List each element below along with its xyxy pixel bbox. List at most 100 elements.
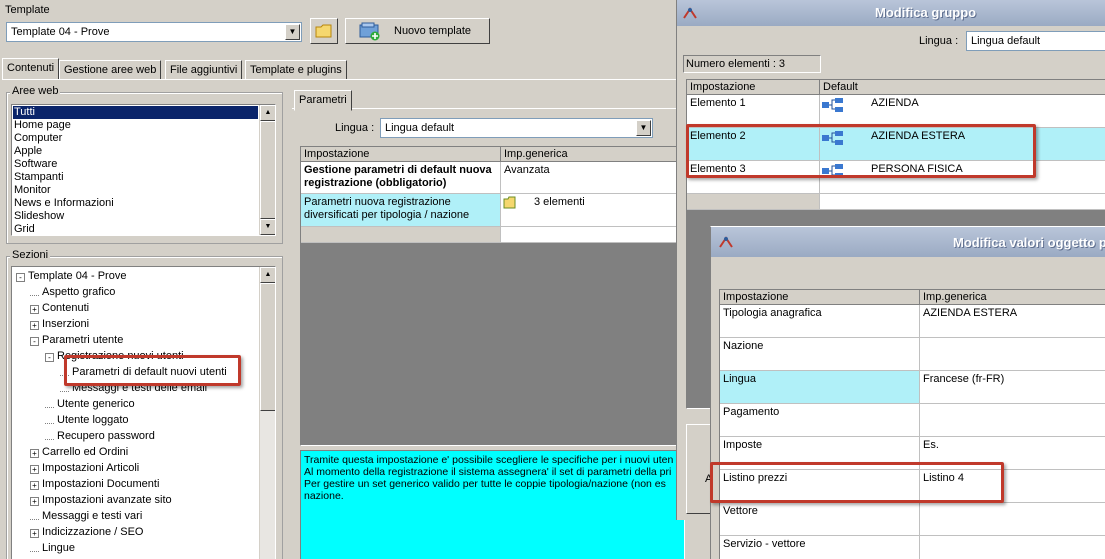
tree-item-label: Utente loggato [57,414,129,426]
tree-item-label: Lingue [42,542,76,554]
tab-template-e-plugins[interactable]: Template e plugins [245,60,347,80]
tree-item[interactable]: + Impostazioni Articoli [30,461,139,475]
chevron-down-icon: ▼ [285,24,300,40]
tree-item[interactable]: Recupero password [45,429,155,443]
tree-line-icon [45,434,54,440]
parametri-grid[interactable]: Impostazione Imp.generica Gestione param… [300,146,680,446]
new-template-button[interactable]: Nuovo template [345,18,490,44]
tab-parametri[interactable]: Parametri [294,90,352,111]
gruppo-lingua-select[interactable]: Lingua default [966,31,1105,51]
scroll-thumb[interactable] [260,283,275,411]
tree-item[interactable]: + Contenuti [30,301,89,315]
gruppo-count-box: Numero elementi : 3 [683,55,821,73]
tree-item-label: Template 04 - Prove [28,270,127,282]
tab-gestione-aree-web[interactable]: Gestione aree web [59,60,162,80]
hierarchy-icon [822,98,843,112]
table-row-empty [501,227,679,243]
template-select-value: Template 04 - Prove [11,26,110,38]
sezioni-tree[interactable]: - Template 04 - Prove Aspetto grafico + Cont… [11,266,276,559]
aree-scrollbar[interactable]: ▲ ▼ [259,105,275,235]
expand-icon[interactable]: + [30,465,39,474]
scroll-thumb[interactable] [260,121,275,219]
parametri-lingua-select[interactable]: Lingua default ▼ [380,118,653,138]
grid-header-imp-generica: Imp.generica [501,147,679,162]
table-row-value[interactable] [920,404,1105,437]
collapse-icon[interactable]: - [45,353,54,362]
list-item[interactable]: Tutti [13,106,258,119]
table-row-value[interactable]: AZIENDA ESTERA [920,305,1105,338]
tree-item[interactable]: Aspetto grafico [30,285,115,299]
grid-header-impostazione: Impostazione [301,147,501,162]
tree-item[interactable]: Lingue [30,541,75,555]
grid-header-impostazione: Impostazione [720,290,920,305]
parametri-lingua-label: Lingua : [335,122,375,134]
list-item[interactable]: Slideshow [14,210,259,223]
expand-icon[interactable]: + [30,449,39,458]
modifica-valori-window: Modifica valori oggetto p Impostazione I… [710,226,1105,559]
table-row-name: Gestione parametri di default nuova regi… [301,162,501,194]
expand-icon[interactable]: + [30,529,39,538]
collapse-icon[interactable]: - [30,337,39,346]
table-cell-text: AZIENDA [871,97,919,109]
tab-contenuti[interactable]: Contenuti [2,58,60,80]
template-select[interactable]: Template 04 - Prove ▼ [6,22,302,42]
list-item[interactable]: Apple [14,145,259,158]
open-folder-button[interactable] [310,18,338,44]
expand-icon[interactable]: + [30,497,39,506]
expand-icon[interactable]: + [30,321,39,330]
parametri-lingua-value: Lingua default [385,122,455,134]
gruppo-count: Numero elementi : 3 [686,58,786,70]
table-row-value[interactable] [920,338,1105,371]
tree-item[interactable]: + Indicizzazione / SEO [30,525,144,539]
scroll-up-icon[interactable]: ▲ [260,105,275,121]
new-template-icon [359,22,380,41]
tree-item[interactable]: Utente generico [45,397,135,411]
description-box: Tramite questa impostazione e' possibile… [300,450,685,559]
list-item[interactable]: Computer [14,132,259,145]
table-row-name: Pagamento [720,404,920,437]
list-item[interactable]: Stampanti [14,171,259,184]
valori-grid[interactable]: Impostazione Imp.generica Tipologia anag… [719,289,1105,559]
scroll-down-icon[interactable]: ▼ [260,219,275,235]
tree-item[interactable]: Messaggi e testi vari [30,509,142,523]
chevron-down-icon: ▼ [636,120,651,136]
table-row-value[interactable]: 3 elementi [501,194,679,227]
list-item[interactable]: Monitor [14,184,259,197]
template-label: Template [5,4,50,16]
tree-item[interactable]: + Impostazioni avanzate sito [30,493,172,507]
gruppo-lingua-value: Lingua default [971,35,1041,47]
table-row-value[interactable]: Francese (fr-FR) [920,371,1105,404]
table-row-empty [301,227,501,243]
tree-item[interactable]: + Impostazioni Documenti [30,477,159,491]
tree-item[interactable]: + Inserzioni [30,317,89,331]
tree-item-label: Impostazioni Documenti [42,478,160,490]
tree-line-icon [30,546,39,552]
tree-item[interactable]: Utente loggato [45,413,129,427]
folder-icon [503,196,516,209]
tree-line-icon [30,514,39,520]
list-item[interactable]: Software [14,158,259,171]
collapse-icon[interactable]: - [16,273,25,282]
aree-web-list[interactable]: Tutti Home page Computer Apple Software Stamp… [11,104,276,236]
tab-file-aggiuntivi[interactable]: File aggiuntivi [165,60,243,80]
expand-icon[interactable]: + [30,481,39,490]
description-text: Tramite questa impostazione e' possibile… [304,454,674,502]
scroll-up-icon[interactable]: ▲ [260,267,275,283]
table-row-value[interactable]: Avanzata [501,162,679,194]
table-row-value[interactable] [920,536,1105,559]
list-item[interactable]: Grid [14,223,259,235]
tree-item[interactable]: - Template 04 - Prove [16,269,126,283]
tree-item-label: Utente generico [57,398,135,410]
table-row-name: Servizio - vettore [720,536,920,559]
table-row-value[interactable] [920,503,1105,536]
tree-line-icon [45,402,54,408]
expand-icon[interactable]: + [30,305,39,314]
list-item[interactable]: News e Informazioni [14,197,259,210]
tree-item[interactable]: - Parametri utente [30,333,123,347]
tree-item[interactable]: + Carrello ed Ordini [30,445,128,459]
sezioni-scrollbar[interactable]: ▲ [259,267,275,559]
tree-line-icon [30,290,39,296]
list-item[interactable]: Home page [14,119,259,132]
modifica-gruppo-titlebar: Modifica gruppo [677,0,1105,26]
modifica-valori-titlebar: Modifica valori oggetto p [711,227,1105,257]
